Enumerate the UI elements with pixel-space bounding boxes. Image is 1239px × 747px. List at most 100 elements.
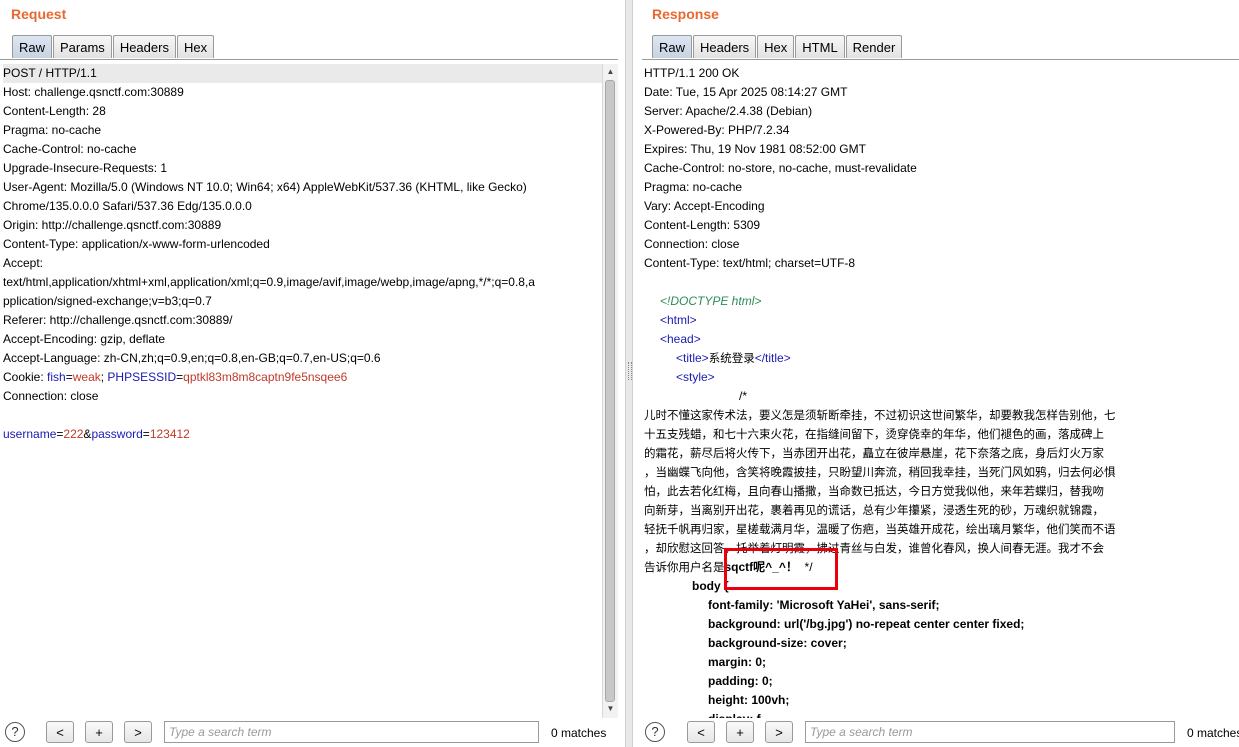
poem-last-prefix: 告诉你用户名是 bbox=[644, 560, 725, 574]
css-line: display: f bbox=[644, 710, 1239, 718]
style-tag-line: <style> bbox=[644, 368, 1239, 387]
request-line: Origin: http://challenge.qsnctf.com:3088… bbox=[3, 218, 222, 232]
css-line: margin: 0; bbox=[708, 655, 767, 669]
request-scrollbar[interactable]: ▲ ▼ bbox=[602, 64, 618, 718]
request-search-bar: ? < + > 0 matches bbox=[0, 719, 625, 747]
style-tag: <style> bbox=[676, 370, 715, 384]
cookie-line: Cookie: fish=weak; PHPSESSID=qptkl83m8m8… bbox=[3, 370, 348, 384]
search-input[interactable] bbox=[164, 721, 539, 743]
request-line: User-Agent: Mozilla/5.0 (Windows NT 10.0… bbox=[3, 180, 527, 194]
response-header-line: Vary: Accept-Encoding bbox=[644, 199, 765, 213]
response-tabs: Raw Headers Hex HTML Render bbox=[652, 35, 903, 59]
help-icon[interactable]: ? bbox=[5, 722, 25, 742]
request-body: username=222&password=123412 bbox=[3, 427, 190, 441]
css-line: height: 100vh; bbox=[708, 693, 790, 707]
match-count: 0 matches bbox=[1187, 726, 1239, 740]
request-line: pplication/signed-exchange;v=b3;q=0.7 bbox=[3, 294, 212, 308]
tab-hex[interactable]: Hex bbox=[757, 35, 795, 58]
page-title-text: 系统登录 bbox=[708, 351, 755, 365]
splitter-grip-icon[interactable] bbox=[628, 362, 632, 380]
response-header-line: Cache-Control: no-store, no-cache, must-… bbox=[644, 161, 917, 175]
tab-divider bbox=[0, 59, 618, 60]
request-pane: Request Raw Params Headers Hex POST / HT… bbox=[0, 0, 625, 747]
response-search-bar: ? < + > 0 matches bbox=[633, 719, 1239, 747]
tab-headers[interactable]: Headers bbox=[112, 35, 176, 58]
pane-splitter[interactable] bbox=[625, 0, 633, 747]
request-line: Host: challenge.qsnctf.com:30889 bbox=[3, 85, 184, 99]
css-line: background: url('/bg.jpg') no-repeat cen… bbox=[708, 617, 1025, 631]
head-tag-line: <head> bbox=[644, 330, 1239, 349]
scroll-up-icon[interactable]: ▲ bbox=[605, 65, 616, 79]
request-line: POST / HTTP/1.1 bbox=[3, 64, 603, 83]
request-line: Connection: close bbox=[3, 389, 99, 403]
head-tag: <head> bbox=[660, 332, 701, 346]
tab-raw[interactable]: Raw bbox=[12, 35, 53, 58]
poem-line: 向新芽，当离别开出花，裹着再见的谎话，总有少年攥紧，浸透生死的砂，万魂织就锦霞， bbox=[644, 503, 1104, 517]
doctype-line: <!DOCTYPE html> bbox=[644, 292, 1239, 311]
css-line: font-family: 'Microsoft YaHei', sans-ser… bbox=[708, 598, 940, 612]
add-button[interactable]: + bbox=[85, 721, 113, 743]
tab-hex[interactable]: Hex bbox=[176, 35, 215, 58]
add-button[interactable]: + bbox=[726, 721, 754, 743]
prev-match-button[interactable]: < bbox=[46, 721, 74, 743]
doctype: <!DOCTYPE html> bbox=[660, 294, 762, 308]
css-line: padding: 0; bbox=[708, 674, 773, 688]
request-line: Upgrade-Insecure-Requests: 1 bbox=[3, 161, 168, 175]
response-header-line: Date: Tue, 15 Apr 2025 08:14:27 GMT bbox=[644, 85, 848, 99]
response-header-line: Content-Length: 5309 bbox=[644, 218, 761, 232]
response-title: Response bbox=[652, 6, 719, 22]
response-header-line: Connection: close bbox=[644, 237, 740, 251]
poem-line: ，当幽蝶飞向他，含笑将晚霞披挂，只盼望川奔流，稍回我幸挂，当死门风如鸦，归去何必… bbox=[644, 465, 1116, 479]
annotation-highlight-box bbox=[724, 548, 838, 590]
cookie-prefix: Cookie: bbox=[3, 370, 48, 384]
html-tag-line: <html> bbox=[644, 311, 1239, 330]
tab-html[interactable]: HTML bbox=[795, 35, 845, 58]
next-match-button[interactable]: > bbox=[124, 721, 152, 743]
cookie-value: qptkl83m8m8captn9fe5nsqee6 bbox=[183, 370, 348, 384]
poem-line: 儿时不懂这家传术法，要义怎是须斩断牵挂，不过初识这世间繁华，却要教我怎样告别他，… bbox=[644, 408, 1116, 422]
tab-headers[interactable]: Headers bbox=[693, 35, 757, 58]
poem-line: 十五支残蜡，和七十六束火花，在指缝间留下，烫穿侥幸的年华，他们褪色的画，落成碑上 bbox=[644, 427, 1104, 441]
param-key: password bbox=[91, 427, 143, 441]
poem-line: 轻抚千帆再归家，星槎载满月华，温暖了伤疤，当英雄开成花，绘出璃月繁华，他们笑而不… bbox=[644, 522, 1116, 536]
css-line: background-size: cover; bbox=[708, 636, 847, 650]
request-line: Accept-Encoding: gzip, deflate bbox=[3, 332, 166, 346]
title-open-tag: <title> bbox=[676, 351, 709, 365]
tab-divider bbox=[642, 59, 1239, 60]
response-editor[interactable]: HTTP/1.1 200 OK Date: Tue, 15 Apr 2025 0… bbox=[642, 64, 1239, 718]
scrollbar-thumb[interactable] bbox=[605, 80, 615, 702]
request-title: Request bbox=[11, 6, 67, 22]
request-line: Pragma: no-cache bbox=[3, 123, 102, 137]
response-header-line: Expires: Thu, 19 Nov 1981 08:52:00 GMT bbox=[644, 142, 866, 156]
title-line: <title>系统登录</title> bbox=[644, 349, 1239, 368]
help-icon[interactable]: ? bbox=[645, 722, 665, 742]
tab-params[interactable]: Params bbox=[53, 35, 112, 58]
response-pane: Response Raw Headers Hex HTML Render HTT… bbox=[633, 0, 1239, 747]
next-match-button[interactable]: > bbox=[765, 721, 793, 743]
tab-raw[interactable]: Raw bbox=[652, 35, 693, 58]
prev-match-button[interactable]: < bbox=[687, 721, 715, 743]
cookie-key: PHPSESSID bbox=[107, 370, 177, 384]
param-key: username bbox=[3, 427, 57, 441]
request-editor[interactable]: POST / HTTP/1.1 Host: challenge.qsnctf.c… bbox=[0, 64, 603, 718]
param-value: 222 bbox=[63, 427, 84, 441]
request-line: Chrome/135.0.0.0 Safari/537.36 Edg/135.0… bbox=[3, 199, 252, 213]
request-line: Content-Type: application/x-www-form-url… bbox=[3, 237, 270, 251]
tab-render[interactable]: Render bbox=[845, 35, 903, 58]
request-tabs: Raw Params Headers Hex bbox=[12, 35, 215, 59]
param-value: 123412 bbox=[149, 427, 190, 441]
search-input[interactable] bbox=[805, 721, 1175, 743]
request-line: Cache-Control: no-cache bbox=[3, 142, 137, 156]
cookie-key: fish bbox=[47, 370, 66, 384]
scroll-down-icon[interactable]: ▼ bbox=[605, 702, 616, 716]
poem-line: 的霜花，薪尽后将火传下，当赤团开出花，矗立在彼岸悬崖，花下奈落之底，身后灯火万家 bbox=[644, 446, 1104, 460]
comment-open-line: /* bbox=[739, 389, 748, 403]
match-count: 0 matches bbox=[551, 726, 607, 740]
html-tag: <html> bbox=[660, 313, 697, 327]
response-header-line: HTTP/1.1 200 OK bbox=[644, 66, 740, 80]
request-line: Referer: http://challenge.qsnctf.com:308… bbox=[3, 313, 233, 327]
cookie-value: weak bbox=[72, 370, 101, 384]
request-line: text/html,application/xhtml+xml,applicat… bbox=[3, 275, 535, 289]
